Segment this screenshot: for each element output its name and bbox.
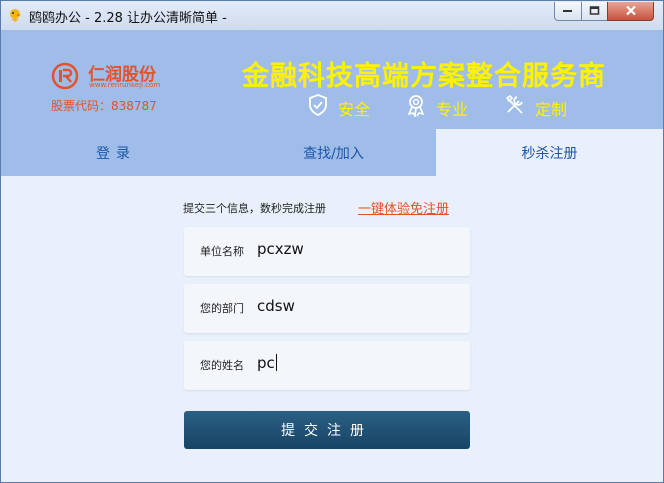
close-icon [625,5,636,16]
app-logo-icon [10,9,21,22]
medal-icon [407,95,425,117]
title-bar[interactable]: 鸥鸥办公 - 2.28 让办公清晰简单 - [1,1,663,30]
app-window: 鸥鸥办公 - 2.28 让办公清晰简单 - 仁润股份 www.renrunkej… [0,0,664,483]
company-name-input[interactable]: pcxzw [257,240,304,258]
feature-label: 定制 [535,100,568,119]
tab-login[interactable]: 登录 [1,129,231,176]
register-hint: 提交三个信息，数秒完成注册 [183,202,326,215]
brand-banner: 仁润股份 www.renrunkeji.com 股票代码：838787 金融科技… [1,30,663,129]
close-button[interactable] [607,2,654,21]
tab-bar: 登录 查找/加入 秒杀注册 [1,129,663,176]
trial-without-register-link[interactable]: 一键体验免注册 [358,198,449,217]
window-title: 鸥鸥办公 - 2.28 让办公清晰简单 - [29,11,227,26]
name-input[interactable]: pc [257,354,277,372]
tab-find-join[interactable]: 查找/加入 [231,129,436,176]
slogan: 金融科技高端方案整合服务商 [242,61,606,92]
minimize-button[interactable] [554,2,582,21]
minimize-icon [563,10,572,12]
company-name-field[interactable]: 单位名称 pcxzw [184,227,470,276]
shield-check-icon [309,94,327,117]
tools-icon [505,94,523,114]
name-field[interactable]: 您的姓名 pc [184,341,470,390]
company-logo-icon [51,62,79,90]
field-label: 您的姓名 [200,359,244,372]
name-input-value: pc [257,354,275,372]
text-caret [275,354,277,371]
maximize-icon [589,6,599,15]
stock-code: 股票代码：838787 [51,99,157,113]
company-url: www.renrunkeji.com [89,81,161,89]
tab-quick-register[interactable]: 秒杀注册 [436,129,663,176]
field-label: 单位名称 [200,245,244,258]
department-field[interactable]: 您的部门 cdsw [184,284,470,333]
submit-register-button[interactable]: 提交注册 [184,411,470,449]
department-input[interactable]: cdsw [257,297,295,315]
feature-label: 专业 [436,100,469,119]
field-label: 您的部门 [200,302,244,315]
maximize-button[interactable] [581,2,608,21]
feature-label: 安全 [338,100,371,119]
